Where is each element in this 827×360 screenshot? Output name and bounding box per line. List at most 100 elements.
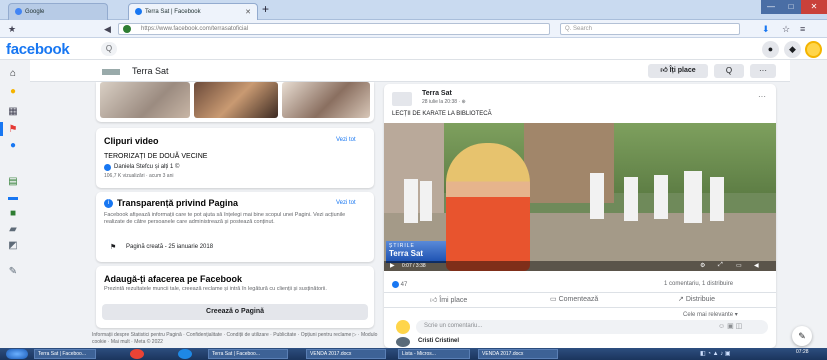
close-tab-icon[interactable]: ✕ [245, 8, 251, 16]
back-icon[interactable]: ◀ [104, 24, 111, 35]
system-tray-icons[interactable]: ◧ ◔ ▲ ♪ ▣ [700, 350, 731, 357]
commenter-name[interactable]: Cristi Cristinel [418, 338, 459, 344]
post-stats[interactable]: 1 comentariu, 1 distribuire [664, 281, 733, 287]
taskbar-clock: 07:28 [796, 349, 809, 355]
browser-search-input[interactable]: Q. Search [560, 23, 740, 35]
comment-input[interactable]: Scrie un comentariu... [416, 320, 768, 334]
watch-icon[interactable]: ▬ [6, 192, 20, 204]
facebook-header [0, 38, 827, 60]
video-karate-kid [654, 175, 668, 219]
page-more-button[interactable]: ··· [750, 64, 776, 78]
edit-shortcuts-icon[interactable]: ✎ [6, 266, 20, 278]
profile-avatar[interactable] [805, 41, 822, 58]
minimize-button[interactable]: — [761, 0, 781, 14]
comment-icon: ▭ [550, 296, 559, 303]
page-search-button[interactable]: Q [714, 64, 744, 78]
videos-see-all-link[interactable]: Vezi tot [336, 137, 356, 143]
settings-icon[interactable]: ⚙ [700, 262, 705, 269]
bookmarks-icon[interactable]: ☆ [782, 24, 790, 35]
pages-flag-icon[interactable]: ⚑ [6, 124, 20, 136]
video-karate-kid [624, 177, 638, 221]
page-logo[interactable] [102, 69, 120, 75]
photo-thumbnail[interactable] [282, 82, 370, 118]
fullscreen-icon[interactable]: ⤢ [718, 262, 723, 269]
start-button[interactable] [6, 349, 28, 359]
profile-nav-icon[interactable]: ● [6, 86, 20, 98]
taskbar-item[interactable]: Terra Sat | Faceboo... [208, 349, 288, 359]
chrome-icon[interactable] [130, 349, 144, 359]
page-name[interactable]: Terra Sat [132, 66, 169, 76]
post-author[interactable]: Terra Sat [422, 90, 452, 97]
play-icon[interactable]: ▶ [390, 262, 395, 269]
commenter-avatar[interactable] [396, 337, 410, 347]
video-meta: 106,7 K vizualizări · acum 3 ani [104, 173, 174, 179]
new-tab-button[interactable]: + [262, 2, 269, 16]
facebook-icon [135, 8, 142, 15]
footer-links[interactable]: Informații despre Statistici pentru Pagi… [92, 332, 382, 346]
taskbar-item[interactable]: Lista - Micros... [398, 349, 470, 359]
home-nav-icon[interactable]: ⌂ [6, 68, 20, 80]
maximize-button[interactable]: □ [781, 0, 801, 14]
like-button[interactable]: 👍︎ Îmi place [430, 295, 467, 304]
photo-thumbnail[interactable] [194, 82, 278, 118]
videos-title: Clipuri video [104, 136, 159, 146]
home-icon[interactable]: ★ [8, 24, 16, 35]
comment-button[interactable]: ▭ Comentează [550, 295, 598, 303]
tab-facebook[interactable]: Terra Sat | Facebook ✕ [128, 3, 258, 20]
tab-google[interactable]: Google [8, 3, 108, 20]
photo-thumbnail[interactable] [100, 82, 190, 118]
taskbar-item[interactable]: VENDA 2017.docx [478, 349, 558, 359]
comment-sort-dropdown[interactable]: Cele mai relevante ▾ [683, 311, 738, 318]
emoji-gif-sticker-icons[interactable]: ☺ ▣ ◫ [718, 322, 742, 330]
post-author-avatar[interactable] [392, 92, 412, 106]
video-controls: ▶ 0:07 / 3:38 ⚙ ⤢ ▭ ◀ [384, 261, 776, 271]
marketplace-icon[interactable]: ▤ [6, 176, 20, 188]
close-button[interactable]: ✕ [801, 0, 827, 14]
saved-icon[interactable]: ▰ [6, 224, 20, 236]
page-created-date: Pagină creată - 25 ianuarie 2018 [126, 244, 214, 250]
pip-icon[interactable]: ▭ [736, 262, 742, 269]
menu-icon[interactable]: ≡ [800, 24, 805, 34]
post-date[interactable]: 28 iulie la 20:38 · ⊕ [422, 99, 466, 105]
like-page-button[interactable]: 👍︎ Îți place [648, 64, 708, 78]
taskbar-item[interactable]: Terra Sat | Faceboo... [34, 349, 96, 359]
gaming-icon[interactable]: ■ [6, 208, 20, 220]
facebook-search-icon[interactable]: Q [101, 42, 117, 56]
events-icon[interactable]: ◩ [6, 240, 20, 252]
photos-card [96, 82, 374, 122]
video-karate-kid [590, 173, 604, 219]
video-presenter [446, 143, 530, 271]
secure-lock-icon [123, 25, 131, 33]
google-icon [15, 8, 22, 15]
like-reaction-icon [392, 281, 399, 288]
url-bar[interactable]: https://www.facebook.com/terrasatoficial [118, 23, 550, 35]
active-indicator [0, 122, 3, 136]
video-karate-kid [684, 171, 702, 223]
groups-icon[interactable]: ● [6, 140, 20, 152]
apps-grid-icon[interactable]: ▦ [6, 106, 20, 118]
transparency-text: Facebook afișează informații care te pot… [104, 212, 346, 225]
left-rail [0, 60, 26, 348]
current-user-avatar [396, 320, 410, 334]
thumbs-up-icon: 👍︎ [430, 297, 440, 304]
transparency-see-all-link[interactable]: Vezi tot [336, 200, 356, 206]
video-player[interactable]: ȘTIRILE Terra Sat ▶ 0:07 / 3:38 ⚙ ⤢ ▭ ◀ [384, 123, 776, 271]
video-author-avatar [104, 164, 111, 171]
videos-card: Clipuri video Vezi tot TERORIZAȚI DE DOU… [96, 128, 374, 188]
volume-icon[interactable]: ◀ [754, 262, 759, 269]
facebook-logo[interactable]: facebook [6, 41, 70, 58]
download-icon[interactable]: ⬇ [762, 24, 770, 35]
taskbar-item[interactable]: VENDA 2017.docx [306, 349, 386, 359]
post-more-button[interactable]: ··· [758, 92, 766, 101]
new-message-icon[interactable]: ✎ [792, 326, 812, 346]
reactions-count[interactable]: 47 [392, 281, 407, 288]
flag-icon: ⚑ [110, 244, 117, 251]
video-author[interactable]: Daniela Stefcu și alți 1 © [114, 163, 179, 171]
messenger-icon[interactable]: ● [762, 41, 779, 58]
notifications-icon[interactable]: ◆ [784, 41, 801, 58]
ie-icon[interactable] [178, 349, 192, 359]
business-text: Prezintă rezultatele muncii tale, creeaz… [104, 286, 327, 292]
video-title[interactable]: TERORIZAȚI DE DOUĂ VECINE [104, 153, 207, 160]
create-page-button[interactable]: Creează o Pagină [102, 304, 368, 320]
share-button[interactable]: ↗ Distribuie [678, 295, 715, 303]
